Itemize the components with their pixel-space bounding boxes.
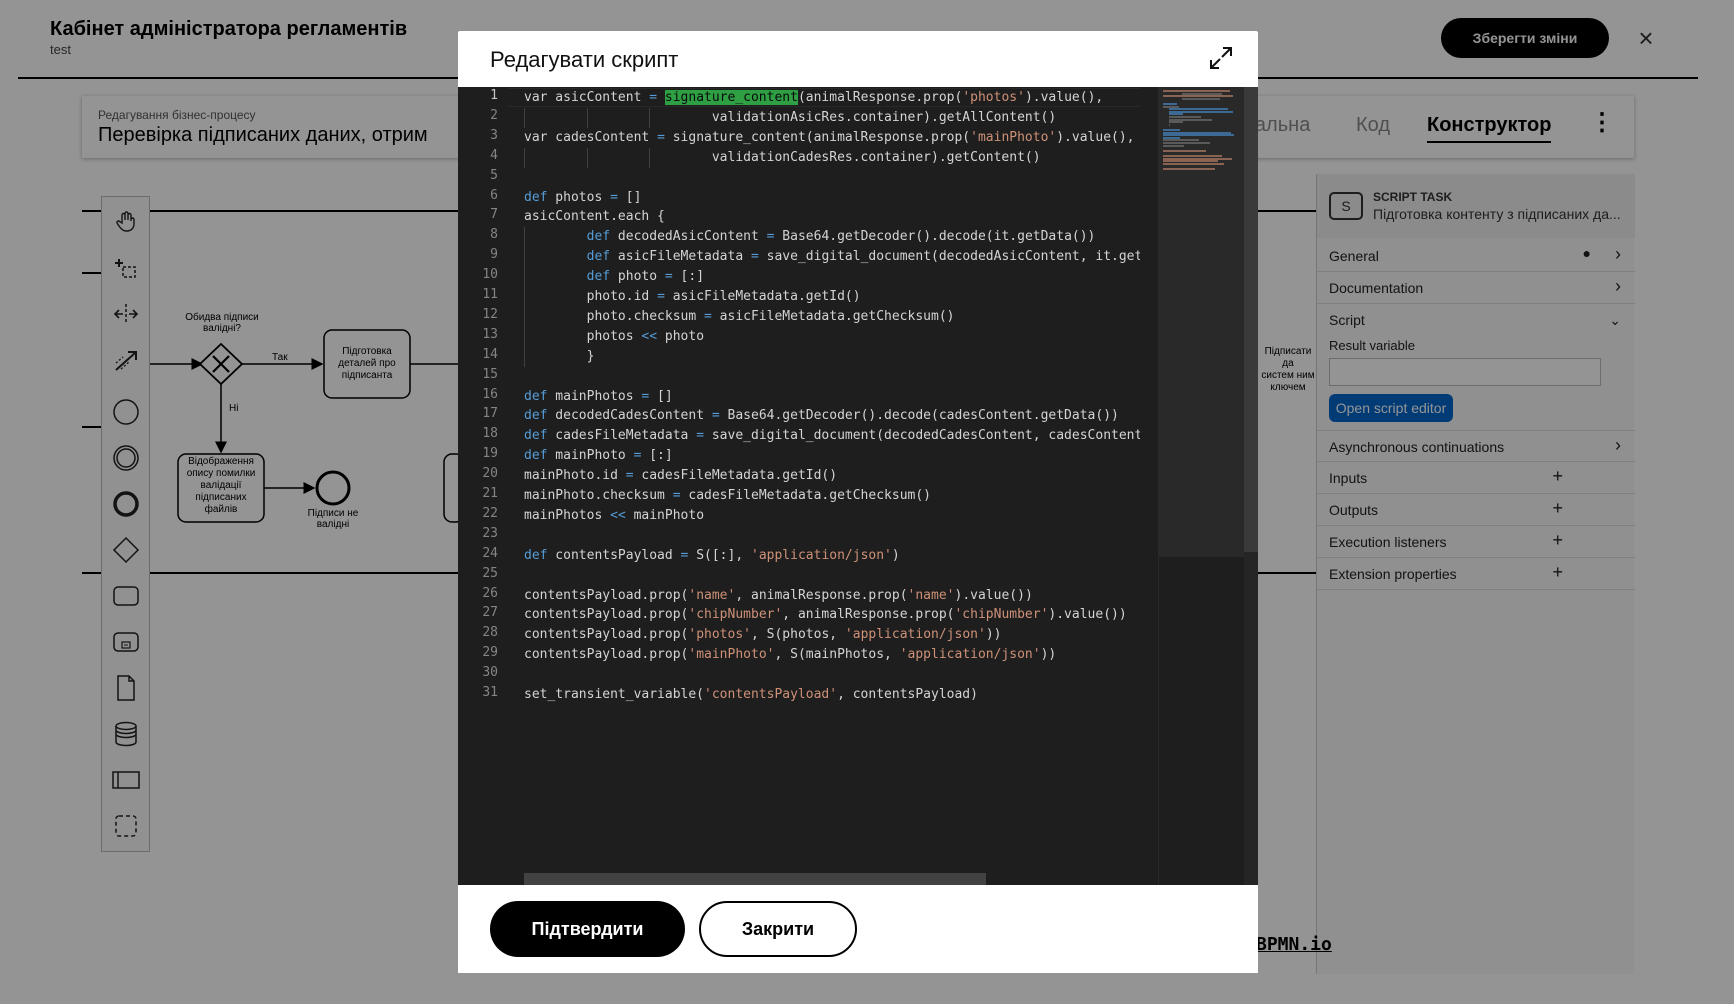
vertical-scroll-thumb[interactable]	[1244, 87, 1258, 552]
line-number: 31	[482, 685, 498, 700]
line-number: 19	[482, 446, 498, 462]
code-line: def photos = []	[524, 189, 642, 205]
minimap-line	[1163, 162, 1225, 165]
code-line: def photo = [:]	[586, 269, 705, 285]
indent-guide	[524, 107, 525, 128]
code-line: def contentsPayload = S([:], 'applicatio…	[524, 547, 900, 563]
code-line: def decodedAsicContent = Base64.getDecod…	[586, 229, 1096, 245]
line-number: 15	[482, 366, 498, 382]
line-number: 25	[482, 565, 498, 581]
indent-guide	[524, 267, 525, 287]
line-number: 5	[490, 167, 498, 183]
code-line: var asicContent = signature_content(anim…	[524, 90, 1104, 105]
line-number: 21	[482, 486, 498, 501]
code-line: validationAsicRes.container).getAllConte…	[524, 109, 1057, 125]
line-number: 20	[482, 466, 498, 482]
dialog-footer: Підтвердити Закрити	[458, 885, 1258, 973]
code-line: validationCadesRes.container).getContent…	[524, 149, 1041, 165]
line-number: 6	[490, 187, 498, 203]
line-number: 3	[490, 127, 498, 143]
code-line: photos << photo	[524, 328, 705, 344]
code-line: set_transient_variable('contentsPayload'…	[524, 687, 978, 702]
expand-icon[interactable]	[1208, 45, 1234, 71]
minimap-line	[1182, 97, 1220, 100]
code-line: def asicFileMetadata = save_digital_docu…	[586, 249, 1140, 265]
code-line: var cadesContent = signature_content(ani…	[524, 129, 1135, 145]
indent-guide	[524, 326, 525, 347]
search-highlight: signature_content	[664, 90, 798, 105]
line-number: 12	[482, 306, 498, 322]
vertical-scrollbar[interactable]	[1244, 87, 1258, 885]
line-number: 14	[482, 346, 498, 362]
code-line: def cadesFileMetadata = save_digital_doc…	[524, 428, 1140, 444]
code-line: def mainPhoto = [:]	[524, 448, 673, 464]
minimap-line	[1163, 144, 1184, 147]
indent-guide	[524, 247, 525, 268]
line-number: 8	[490, 227, 498, 243]
code-editor[interactable]: 1 2 3 4 5 6 7 8 9 10 11 12 13 14 15 16 17 18 19 20 21 22 23 24 2…	[458, 87, 1258, 885]
code-line: contentsPayload.prop('name', animalRespo…	[524, 587, 1033, 603]
minimap-line	[1163, 168, 1216, 170]
indent-guide	[649, 147, 651, 168]
indent-guide	[586, 107, 588, 128]
line-number: 28	[482, 625, 498, 641]
line-number: 9	[490, 247, 498, 263]
minimap-line	[1169, 121, 1183, 124]
line-number: 17	[482, 406, 498, 422]
indent-guide	[649, 107, 651, 128]
confirm-button[interactable]: Підтвердити	[490, 901, 685, 957]
code-line: mainPhoto.checksum = cadesFileMetadata.g…	[524, 488, 931, 503]
indent-guide	[524, 147, 525, 168]
dialog-title: Редагувати скрипт	[490, 47, 679, 72]
code-line: photo.id = asicFileMetadata.getId()	[524, 289, 861, 304]
line-numbers: 1 2 3 4 5 6 7 8 9 10 11 12 13 14 15 16 17 18 19 20 21 22 23 24 2…	[458, 87, 508, 885]
line-number: 18	[482, 426, 498, 442]
line-number: 11	[482, 287, 498, 302]
line-number: 29	[482, 645, 498, 661]
line-number: 10	[482, 267, 498, 283]
code-line: }	[524, 348, 595, 364]
line-number: 27	[482, 605, 498, 621]
line-number: 1	[490, 88, 498, 103]
line-number: 16	[482, 386, 498, 402]
code-area[interactable]: var asicContent = signature_content(anim…	[524, 87, 1140, 885]
code-line: asicContent.each {	[524, 209, 665, 225]
line-number: 26	[482, 585, 498, 601]
indent-guide	[524, 227, 525, 248]
code-line: def mainPhotos = []	[524, 388, 673, 404]
line-number: 13	[482, 326, 498, 342]
code-line: contentsPayload.prop('photos', S(photos,…	[524, 627, 1002, 643]
line-number: 7	[490, 207, 498, 223]
code-line: contentsPayload.prop('mainPhoto', S(main…	[524, 647, 1057, 663]
indent-guide	[524, 306, 525, 327]
close-button[interactable]: Закрити	[699, 901, 857, 957]
line-number: 24	[482, 545, 498, 561]
edit-script-dialog: Редагувати скрипт 1 2 3 4 5 6 7 8 9 10 11 12 13 14 15 1…	[458, 31, 1258, 973]
minimap-line	[1163, 149, 1207, 152]
code-line: contentsPayload.prop('chipNumber', anima…	[524, 607, 1127, 623]
horizontal-scroll-thumb[interactable]	[524, 873, 986, 885]
minimap-line	[1169, 123, 1171, 126]
indent-guide	[586, 147, 588, 168]
line-number: 23	[482, 525, 498, 541]
line-number: 4	[490, 147, 498, 163]
indent-guide	[524, 346, 525, 367]
indent-guide	[524, 287, 525, 307]
line-number: 30	[482, 665, 498, 681]
line-number: 22	[482, 505, 498, 521]
minimap[interactable]	[1158, 87, 1245, 885]
code-line: photo.checksum = asicFileMetadata.getChe…	[524, 308, 955, 324]
code-line: mainPhoto.id = cadesFileMetadata.getId()	[524, 468, 838, 484]
line-number: 2	[490, 107, 498, 123]
code-line: def decodedCadesContent = Base64.getDeco…	[524, 408, 1119, 424]
code-line: mainPhotos << mainPhoto	[524, 507, 705, 523]
